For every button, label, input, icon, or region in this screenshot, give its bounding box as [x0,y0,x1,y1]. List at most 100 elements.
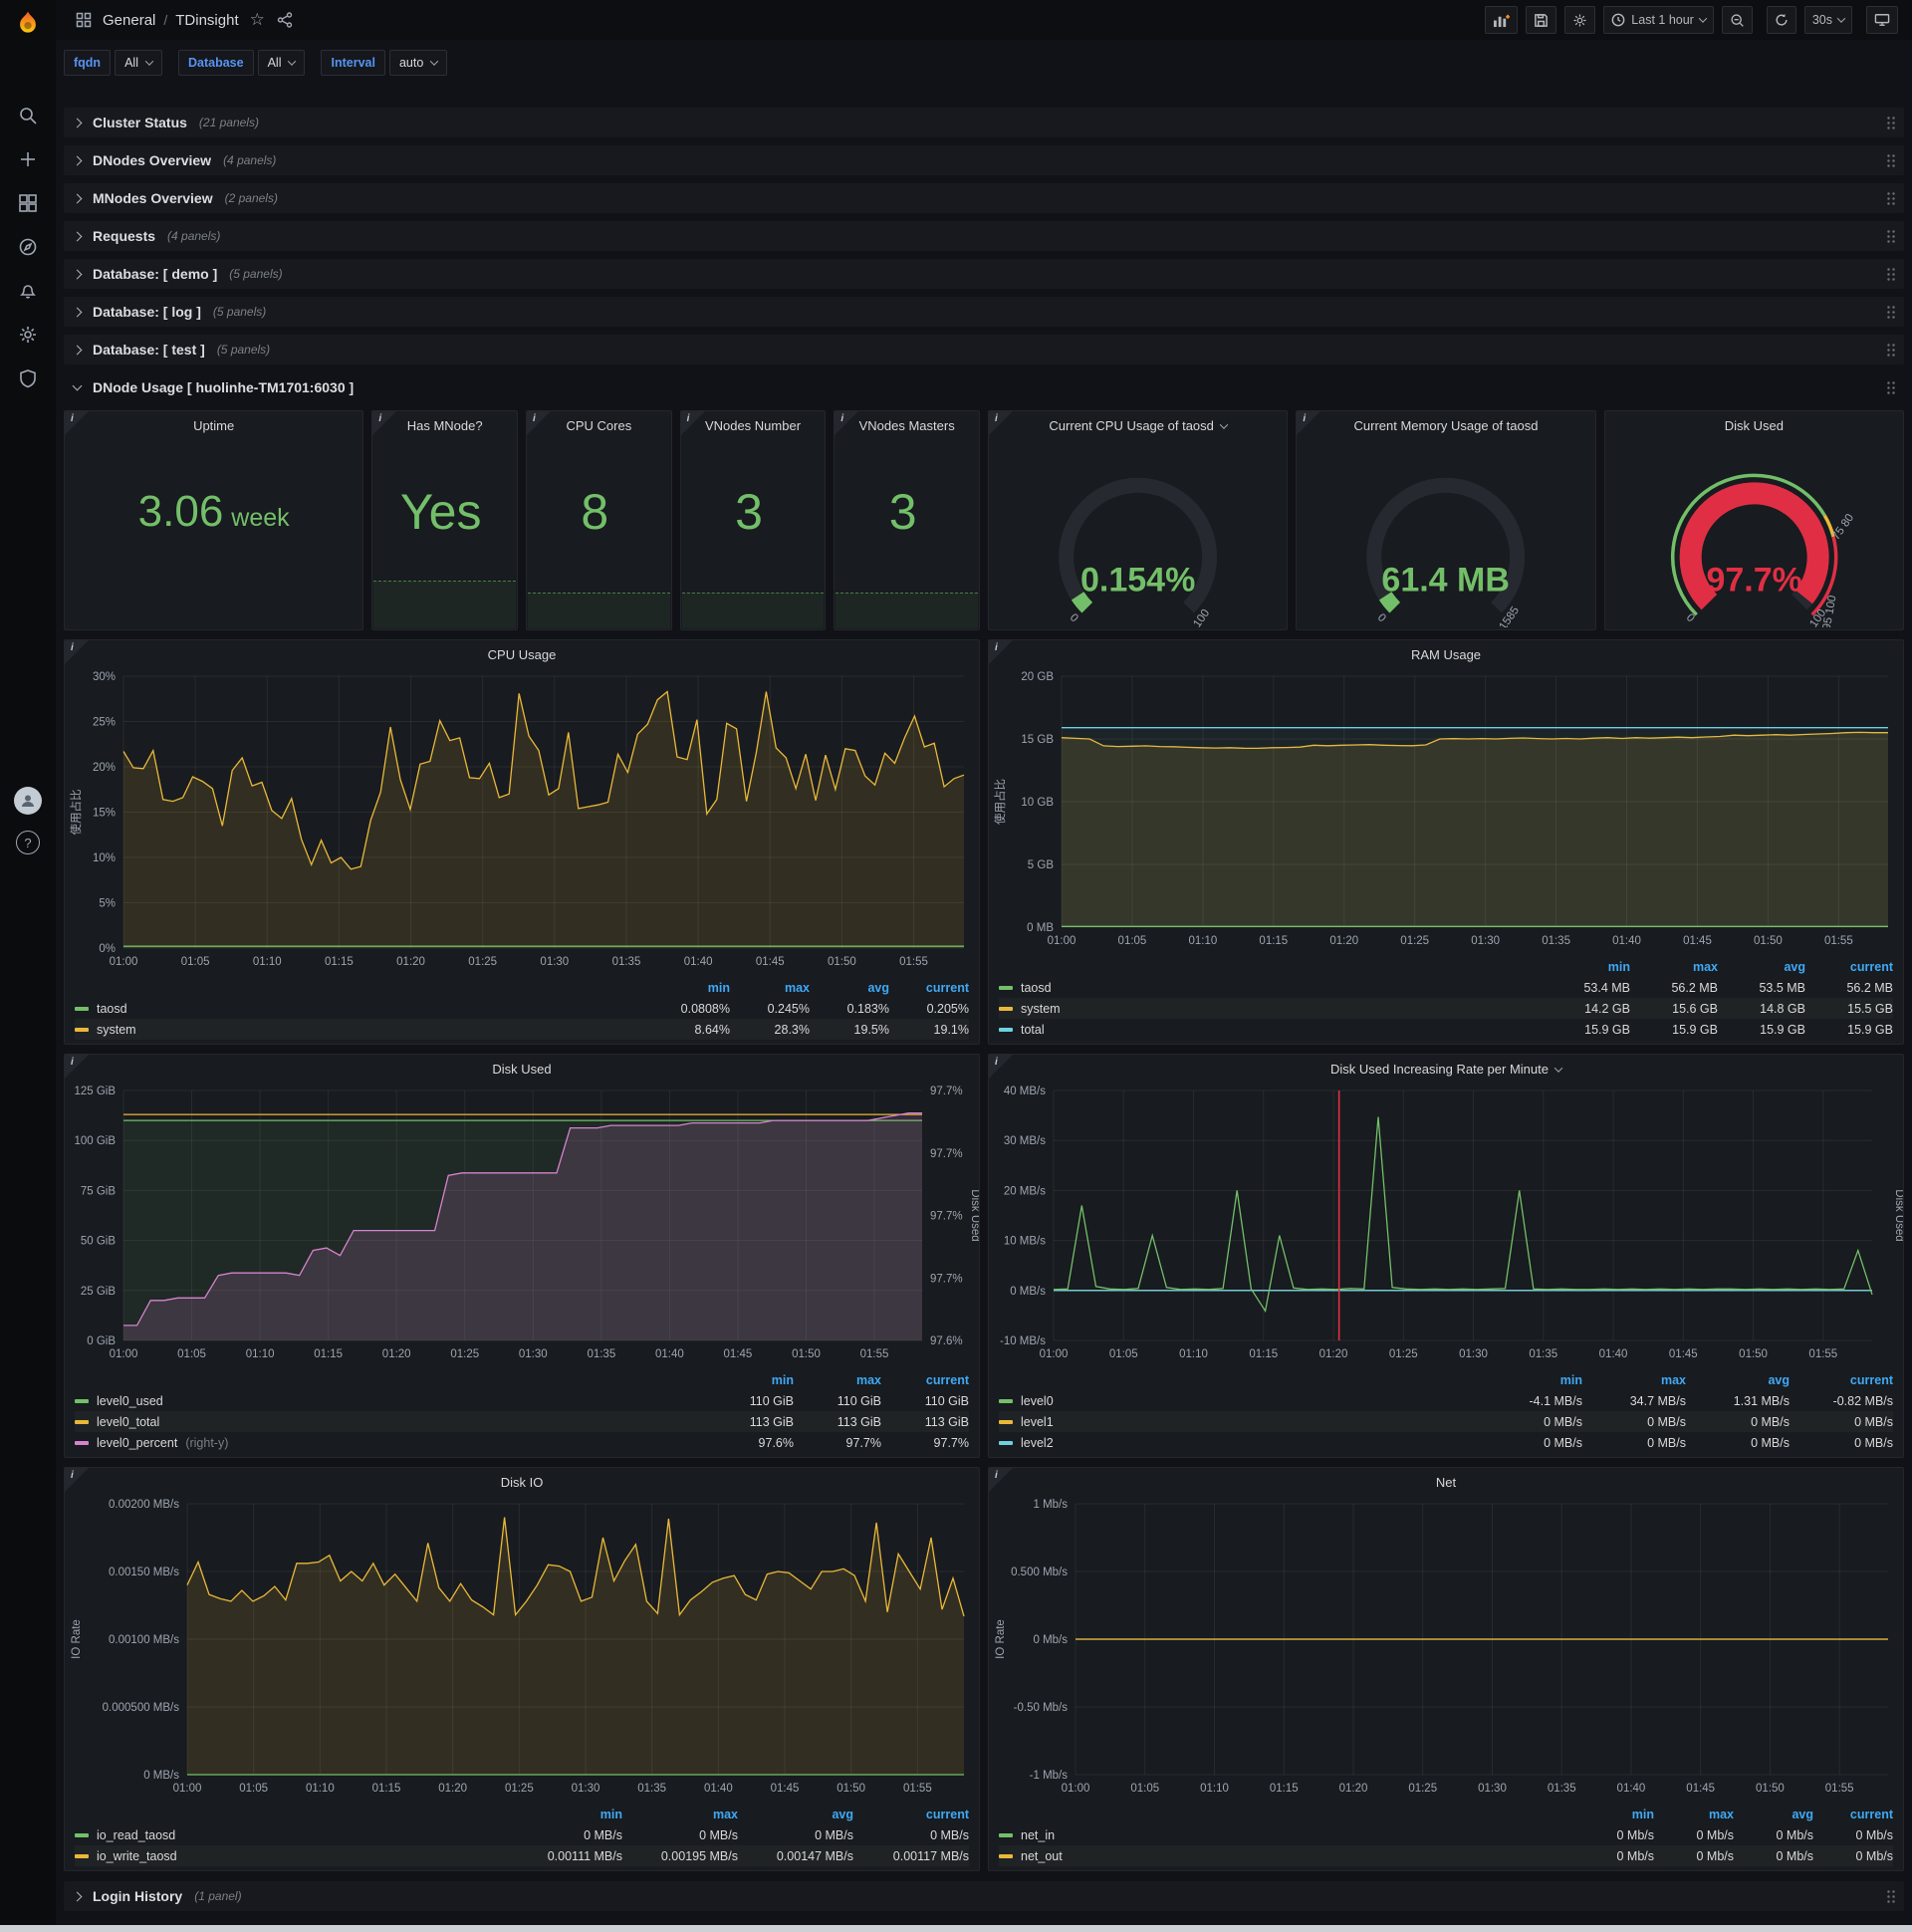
share-icon[interactable] [277,12,293,28]
legend-column-min[interactable]: min [507,1808,622,1821]
row-drag-handle-icon[interactable] [1886,343,1896,358]
panel-title[interactable]: VNodes Number [681,411,826,433]
row-dnode-usage[interactable]: DNode Usage [ huolinhe-TM1701:6030 ] [64,372,1904,402]
series-name[interactable]: net_out [1021,1849,1063,1863]
panel-title[interactable]: Current Memory Usage of taosd [1297,411,1594,433]
legend-column-min[interactable]: min [1479,1373,1582,1387]
legend-column-avg[interactable]: avg [1686,1373,1790,1387]
row-database-demo[interactable]: Database: [ demo ] (5 panels) [64,259,1904,289]
chart-canvas[interactable]: 0 MB 5 GB 10 GB 15 GB 20 GB 01:00 01:05 01:10 01… [989,668,1903,951]
breadcrumb-folder[interactable]: General [103,12,155,29]
legend-column-max[interactable]: max [730,981,810,995]
chart-canvas[interactable]: 0 MB/s 0.000500 MB/s 0.00100 MB/s 0.00150 M… [65,1496,979,1799]
legend-column-avg[interactable]: avg [810,981,889,995]
add-panel-button[interactable] [1485,6,1519,34]
chart-canvas[interactable]: 0 GiB 25 GiB 50 GiB 75 GiB 100 GiB 125 GiB 01:… [65,1083,979,1364]
row-drag-handle-icon[interactable] [1886,1889,1896,1904]
legend-column-current[interactable]: current [1805,960,1893,974]
panel-title[interactable]: Net [989,1468,1903,1490]
dashboards-icon[interactable] [0,181,56,225]
legend-column-max[interactable]: max [1654,1808,1734,1821]
refresh-button[interactable] [1766,6,1796,34]
series-name[interactable]: level2 [1021,1436,1054,1450]
legend-column-min[interactable]: min [1574,1808,1654,1821]
legend-column-min[interactable]: min [706,1373,794,1387]
variable-value-database[interactable]: All [257,50,306,76]
row-requests[interactable]: Requests (4 panels) [64,221,1904,251]
breadcrumb-dashboard[interactable]: TDinsight [175,12,238,29]
series-name[interactable]: level0 [1021,1394,1054,1408]
cycle-view-mode-button[interactable] [1866,6,1898,34]
legend-column-current[interactable]: current [853,1808,969,1821]
chart-canvas[interactable]: -10 MB/s 0 MB/s 10 MB/s 20 MB/s 30 MB/s 40 MB… [989,1083,1903,1364]
legend-column-current[interactable]: current [1790,1373,1893,1387]
legend-column-min[interactable]: min [650,981,730,995]
legend-column-max[interactable]: max [1630,960,1718,974]
save-dashboard-button[interactable] [1526,6,1557,34]
panel-title[interactable]: VNodes Masters [835,411,979,433]
row-login-history[interactable]: Login History (1 panel) [64,1881,1904,1911]
legend-column-min[interactable]: min [1543,960,1630,974]
panel-title[interactable]: Disk Used [65,1055,979,1077]
search-icon[interactable] [0,94,56,137]
panel-title[interactable]: CPU Usage [65,640,979,662]
series-name[interactable]: taosd [1021,981,1052,995]
series-name[interactable]: level0_used [97,1394,163,1408]
legend-column-max[interactable]: max [1582,1373,1686,1387]
server-admin-shield-icon[interactable] [0,357,56,400]
legend-column-current[interactable]: current [889,981,969,995]
panel-title[interactable]: Disk Used Increasing Rate per Minute [989,1055,1903,1077]
panel-title[interactable]: Current CPU Usage of taosd [989,411,1287,433]
variable-value-fqdn[interactable]: All [115,50,162,76]
help-icon[interactable]: ? [16,831,40,854]
row-database-log[interactable]: Database: [ log ] (5 panels) [64,297,1904,327]
zoom-out-time-button[interactable] [1721,6,1753,34]
row-mnodes-overview[interactable]: MNodes Overview (2 panels) [64,183,1904,213]
configuration-gear-icon[interactable] [0,313,56,357]
row-drag-handle-icon[interactable] [1886,153,1896,168]
panel-title[interactable]: Uptime [65,411,362,433]
panel-title[interactable]: RAM Usage [989,640,1903,662]
panel-title[interactable]: Disk IO [65,1468,979,1490]
alerting-bell-icon[interactable] [0,269,56,313]
row-drag-handle-icon[interactable] [1886,191,1896,206]
row-drag-handle-icon[interactable] [1886,229,1896,244]
apps-grid-icon[interactable] [76,12,92,28]
series-name[interactable]: net_in [1021,1828,1055,1842]
series-name[interactable]: level0_percent [97,1436,177,1450]
variable-value-interval[interactable]: auto [388,50,448,76]
legend-column-current[interactable]: current [1813,1808,1893,1821]
row-drag-handle-icon[interactable] [1886,305,1896,320]
series-name[interactable]: total [1021,1023,1045,1037]
refresh-interval-dropdown[interactable]: 30s [1803,6,1852,34]
legend-column-avg[interactable]: avg [738,1808,853,1821]
chart-canvas[interactable]: 0% 5% 10% 15% 20% 25% 30% 01:00 01:05 01:10 01:15 0… [65,668,979,972]
legend-column-current[interactable]: current [881,1373,969,1387]
row-drag-handle-icon[interactable] [1886,380,1896,395]
row-database-test[interactable]: Database: [ test ] (5 panels) [64,335,1904,364]
series-name[interactable]: system [97,1023,136,1037]
legend-column-avg[interactable]: avg [1734,1808,1813,1821]
legend-column-max[interactable]: max [622,1808,738,1821]
legend-column-max[interactable]: max [794,1373,881,1387]
series-name[interactable]: taosd [97,1002,127,1016]
panel-title[interactable]: Has MNode? [372,411,517,433]
legend-column-avg[interactable]: avg [1718,960,1805,974]
time-range-picker[interactable]: Last 1 hour [1603,6,1714,34]
explore-compass-icon[interactable] [0,225,56,269]
row-drag-handle-icon[interactable] [1886,116,1896,130]
star-icon[interactable]: ☆ [250,10,265,30]
series-name[interactable]: level1 [1021,1415,1054,1429]
panel-title[interactable]: Disk Used [1605,411,1903,433]
user-avatar[interactable] [14,787,42,815]
series-name[interactable]: level0_total [97,1415,159,1429]
create-plus-icon[interactable] [0,137,56,181]
row-dnodes-overview[interactable]: DNodes Overview (4 panels) [64,145,1904,175]
series-name[interactable]: system [1021,1002,1061,1016]
dashboard-settings-button[interactable] [1564,6,1596,34]
series-name[interactable]: io_write_taosd [97,1849,177,1863]
panel-title[interactable]: CPU Cores [527,411,671,433]
chart-canvas[interactable]: -1 Mb/s -0.50 Mb/s 0 Mb/s 0.500 Mb/s 1 Mb/s 0… [989,1496,1903,1799]
row-cluster-status[interactable]: Cluster Status (21 panels) [64,108,1904,137]
grafana-logo-icon[interactable] [0,0,56,46]
